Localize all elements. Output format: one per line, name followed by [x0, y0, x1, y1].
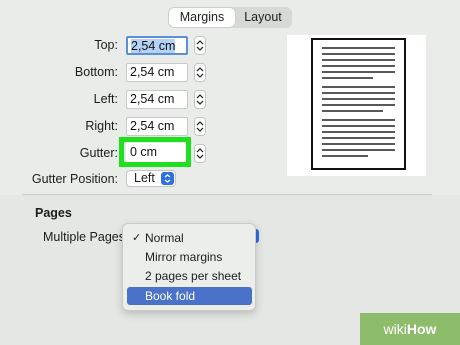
- top-stepper[interactable]: [194, 36, 206, 55]
- bottom-field[interactable]: 2,54 cm: [126, 63, 188, 82]
- stepper-arrows-icon: [196, 67, 204, 78]
- menu-item-label: Book fold: [145, 289, 196, 303]
- top-field[interactable]: 2,54 cm: [126, 36, 188, 55]
- menu-item-book-fold[interactable]: Book fold: [127, 287, 252, 305]
- menu-item-label: Mirror margins: [145, 250, 223, 264]
- stepper-arrows-icon: [196, 94, 204, 105]
- right-value: 2,54 cm: [130, 119, 175, 133]
- left-field[interactable]: 2,54 cm: [126, 90, 188, 109]
- wikihow-watermark: wikiHow: [360, 313, 460, 345]
- right-stepper[interactable]: [194, 117, 206, 136]
- preview-text-lines: [322, 47, 395, 157]
- stepper-arrows-icon: [196, 40, 204, 51]
- menu-item-mirror-margins[interactable]: Mirror margins: [127, 248, 252, 266]
- menu-item-label: 2 pages per sheet: [145, 269, 242, 283]
- multiple-pages-label: Multiple Pages: [43, 230, 125, 244]
- stepper-arrows-icon: [196, 121, 204, 132]
- bottom-value: 2,54 cm: [130, 65, 175, 79]
- preview-page: [311, 38, 406, 170]
- gutter-position-label: Gutter Position:: [31, 172, 118, 186]
- right-label: Right:: [85, 119, 118, 133]
- gutter-stepper[interactable]: [194, 144, 206, 163]
- multiple-pages-menu: ✓ Normal Mirror margins 2 pages per shee…: [122, 223, 256, 311]
- left-label: Left:: [93, 92, 118, 106]
- tab-layout[interactable]: Layout: [235, 8, 291, 27]
- menu-item-normal[interactable]: ✓ Normal: [127, 229, 252, 247]
- gutter-label: Gutter:: [79, 146, 118, 160]
- bottom-stepper[interactable]: [194, 63, 206, 82]
- top-label: Top:: [94, 38, 118, 52]
- gutter-position-select[interactable]: Left: [126, 170, 176, 187]
- watermark-wiki: wiki: [383, 321, 407, 337]
- tab-margins[interactable]: Margins: [169, 8, 235, 27]
- checkmark-icon: ✓: [132, 232, 142, 244]
- right-field[interactable]: 2,54 cm: [126, 117, 188, 136]
- pages-section-title: Pages: [35, 206, 72, 220]
- section-divider: [22, 194, 432, 195]
- gutter-position-value: Left: [134, 171, 155, 185]
- menu-item-label: Normal: [145, 231, 184, 245]
- gutter-highlight-box: [119, 137, 191, 167]
- stepper-arrows-icon: [196, 148, 204, 159]
- left-value: 2,54 cm: [130, 92, 175, 106]
- chevron-updown-icon: [161, 172, 174, 185]
- menu-item-2-pages-per-sheet[interactable]: 2 pages per sheet: [127, 267, 252, 285]
- bottom-label: Bottom:: [74, 65, 118, 79]
- watermark-how: How: [406, 321, 437, 337]
- left-stepper[interactable]: [194, 90, 206, 109]
- tab-bar: Margins Layout: [168, 7, 292, 28]
- top-value: 2,54 cm: [131, 39, 176, 53]
